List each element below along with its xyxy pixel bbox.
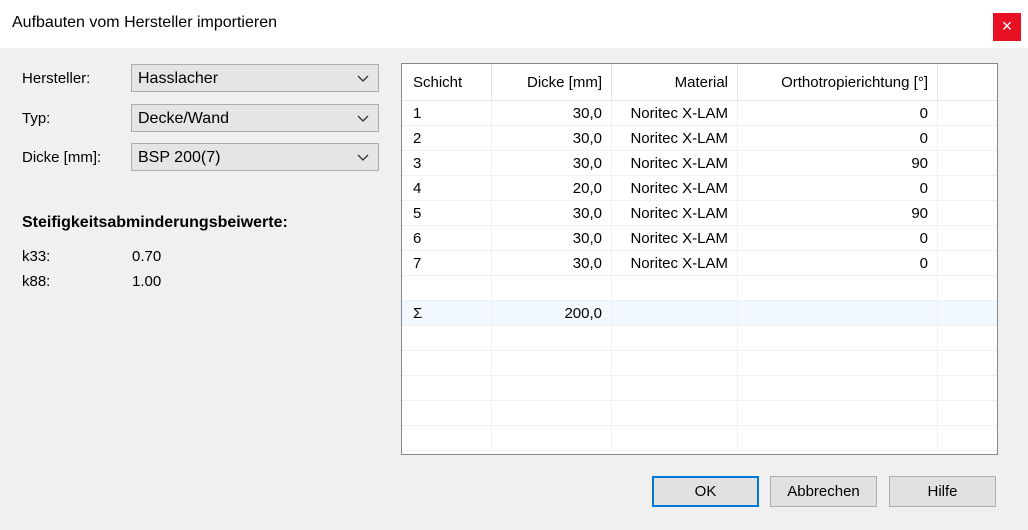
table-row[interactable]: 5 30,0 Noritec X-LAM 90 [402,201,997,226]
hersteller-value: Hasslacher [138,70,219,87]
column-header-dicke[interactable]: Dicke [mm] [492,64,612,101]
table-row[interactable]: 7 30,0 Noritec X-LAM 0 [402,251,997,276]
cell-material: Noritec X-LAM [612,251,738,276]
sum-symbol: Σ [402,301,492,326]
cell-material: Noritec X-LAM [612,101,738,126]
hersteller-dropdown[interactable]: Hasslacher [131,64,379,92]
sum-dicke: 200,0 [492,301,612,326]
cell-dicke: 30,0 [492,251,612,276]
hersteller-label: Hersteller: [22,70,91,87]
cell-material: Noritec X-LAM [612,176,738,201]
k88-label: k88: [22,273,51,290]
column-header-material[interactable]: Material [612,64,738,101]
cell-orthotropierichtung: 0 [738,126,938,151]
cell-schicht: 4 [402,176,492,201]
cell-dicke: 30,0 [492,201,612,226]
table-row[interactable]: 4 20,0 Noritec X-LAM 0 [402,176,997,201]
cell-empty [938,101,997,126]
cell-orthotropierichtung: 90 [738,201,938,226]
column-header-schicht[interactable]: Schicht [402,64,492,101]
cell-orthotropierichtung: 90 [738,151,938,176]
cell-dicke: 20,0 [492,176,612,201]
typ-label: Typ: [22,110,51,127]
cell-orthotropierichtung: 0 [738,101,938,126]
cell-empty [938,126,997,151]
k33-value: 0.70 [132,248,162,265]
cell-schicht: 5 [402,201,492,226]
table-row-blank [402,376,997,401]
cell-empty [938,176,997,201]
typ-dropdown[interactable]: Decke/Wand [131,104,379,132]
cell-orthotropierichtung: 0 [738,176,938,201]
chevron-down-icon [357,154,369,161]
cell-dicke: 30,0 [492,226,612,251]
chevron-down-icon [357,75,369,82]
cell-dicke: 30,0 [492,151,612,176]
table-row[interactable]: 2 30,0 Noritec X-LAM 0 [402,126,997,151]
cell-dicke: 30,0 [492,101,612,126]
stiffness-title: Steifigkeitsabminderungsbeiwerte: [22,214,288,231]
cell-orthotropierichtung: 0 [738,226,938,251]
cell-material: Noritec X-LAM [612,226,738,251]
title-bar: Aufbauten vom Hersteller importieren × [0,0,1028,48]
column-header-orthotropierichtung[interactable]: Orthotropierichtung [°] [738,64,938,101]
cell-dicke: 30,0 [492,126,612,151]
cell-empty [938,226,997,251]
help-button[interactable]: Hilfe [889,476,996,507]
cell-material: Noritec X-LAM [612,126,738,151]
table-row-blank [402,351,997,376]
cell-material: Noritec X-LAM [612,151,738,176]
cell-schicht: 7 [402,251,492,276]
layer-table[interactable]: Schicht Dicke [mm] Material Orthotropier… [401,63,998,455]
cell-schicht: 6 [402,226,492,251]
ok-button[interactable]: OK [652,476,759,507]
close-icon: × [1001,16,1013,36]
table-header: Schicht Dicke [mm] Material Orthotropier… [402,64,997,101]
cell-empty [938,251,997,276]
cell-schicht: 2 [402,126,492,151]
chevron-down-icon [357,115,369,122]
window-title: Aufbauten vom Hersteller importieren [12,14,278,31]
k88-value: 1.00 [132,273,162,290]
table-row-blank [402,426,997,451]
table-row-blank [402,401,997,426]
cell-orthotropierichtung: 0 [738,251,938,276]
cell-schicht: 3 [402,151,492,176]
close-button[interactable]: × [993,13,1021,41]
typ-value: Decke/Wand [138,110,229,127]
column-header-empty [938,64,997,101]
cell-empty [938,201,997,226]
table-row[interactable]: 1 30,0 Noritec X-LAM 0 [402,101,997,126]
cancel-button[interactable]: Abbrechen [770,476,877,507]
cell-schicht: 1 [402,101,492,126]
cell-empty [938,151,997,176]
table-row[interactable]: 3 30,0 Noritec X-LAM 90 [402,151,997,176]
table-row-blank [402,276,997,301]
cell-material: Noritec X-LAM [612,201,738,226]
k33-label: k33: [22,248,51,265]
dicke-value: BSP 200(7) [138,149,221,166]
dicke-label: Dicke [mm]: [22,149,102,166]
dicke-dropdown[interactable]: BSP 200(7) [131,143,379,171]
table-row-blank [402,326,997,351]
table-sum-row[interactable]: Σ 200,0 [402,301,997,326]
table-row[interactable]: 6 30,0 Noritec X-LAM 0 [402,226,997,251]
